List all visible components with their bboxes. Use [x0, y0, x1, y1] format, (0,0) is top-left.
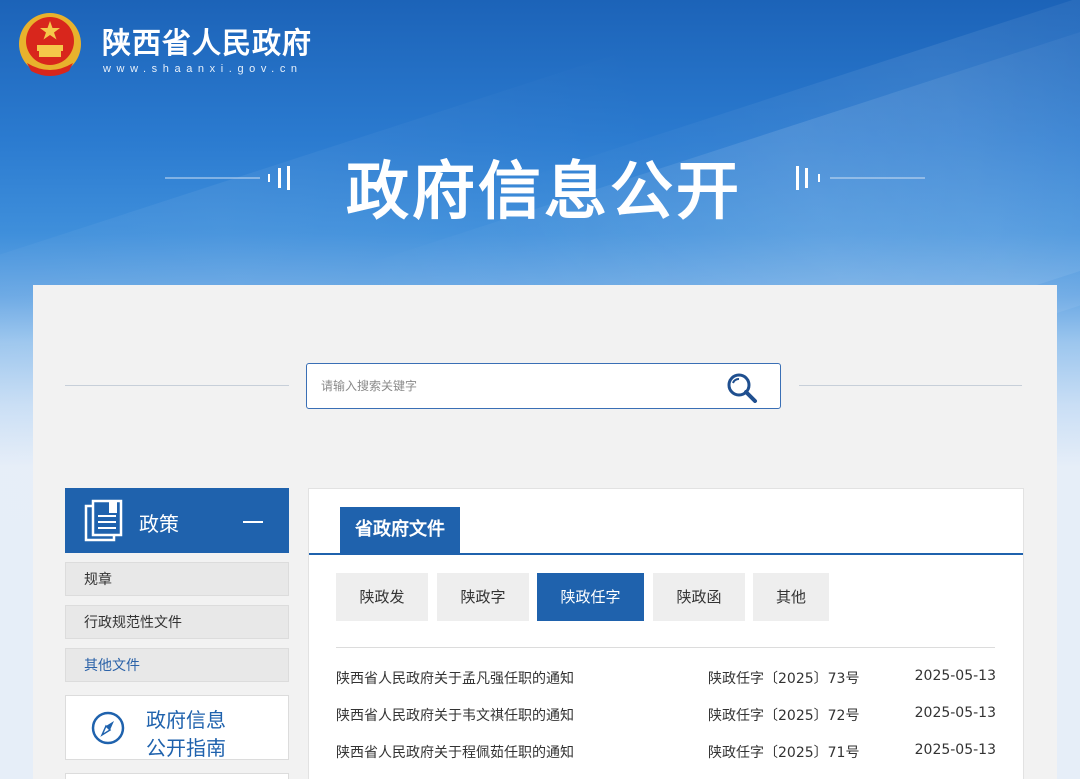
section-underline	[309, 553, 1023, 555]
document-number: 陕政任字〔2025〕71号	[708, 745, 860, 761]
compass-icon	[91, 711, 125, 745]
search-input[interactable]	[321, 374, 701, 398]
guide-label-line1: 政府信息	[146, 708, 226, 732]
search-icon[interactable]	[724, 371, 760, 403]
title-decoration-left	[165, 166, 290, 190]
document-date: 2025-05-13	[914, 705, 996, 721]
document-number: 陕政任字〔2025〕73号	[708, 671, 860, 687]
tab-shaanzheng-zi[interactable]: 陕政字	[437, 573, 529, 621]
sidebar-heading-label: 政策	[139, 512, 179, 536]
list-divider	[336, 647, 995, 648]
search-divider-left	[65, 385, 289, 386]
sidebar-item-other-documents[interactable]: 其他文件	[65, 648, 289, 682]
list-item: 陕西省人民政府关于程佩茹任职的通知 陕政任字〔2025〕71号 2025-05-…	[336, 742, 996, 764]
tab-shaanzheng-han[interactable]: 陕政函	[653, 573, 745, 621]
document-date: 2025-05-13	[914, 668, 996, 684]
national-emblem-icon[interactable]	[17, 11, 83, 77]
document-title-link[interactable]: 陕西省人民政府关于程佩茹任职的通知	[336, 742, 574, 762]
site-name[interactable]: 陕西省人民政府	[102, 20, 312, 62]
title-decoration-right	[796, 166, 925, 190]
sidebar-next-box	[65, 773, 289, 779]
site-url: www.shaanxi.gov.cn	[103, 63, 303, 75]
sidebar-heading-policy[interactable]: 政策	[65, 488, 289, 553]
document-number: 陕政任字〔2025〕72号	[708, 708, 860, 724]
list-item: 陕西省人民政府关于孟凡强任职的通知 陕政任字〔2025〕73号 2025-05-…	[336, 668, 996, 690]
list-item: 陕西省人民政府关于韦文祺任职的通知 陕政任字〔2025〕72号 2025-05-…	[336, 705, 996, 727]
page-title: 政府信息公开	[346, 155, 742, 228]
sidebar-item-normative-documents[interactable]: 行政规范性文件	[65, 605, 289, 639]
tab-shaanzheng-renzi[interactable]: 陕政任字	[537, 573, 644, 621]
guide-label-line2: 公开指南	[146, 736, 226, 760]
document-title-link[interactable]: 陕西省人民政府关于孟凡强任职的通知	[336, 668, 574, 688]
disclosure-guide-link[interactable]: 政府信息 公开指南	[65, 695, 289, 760]
tab-other[interactable]: 其他	[753, 573, 829, 621]
sidebar-item-regulations[interactable]: 规章	[65, 562, 289, 596]
document-icon	[84, 499, 123, 542]
document-date: 2025-05-13	[914, 742, 996, 758]
document-title-link[interactable]: 陕西省人民政府关于韦文祺任职的通知	[336, 705, 574, 725]
search-bar	[306, 363, 781, 409]
collapse-minus-icon[interactable]	[243, 521, 263, 523]
tab-shaanzheng-fa[interactable]: 陕政发	[336, 573, 428, 621]
search-divider-right	[799, 385, 1022, 386]
section-title[interactable]: 省政府文件	[340, 507, 460, 553]
